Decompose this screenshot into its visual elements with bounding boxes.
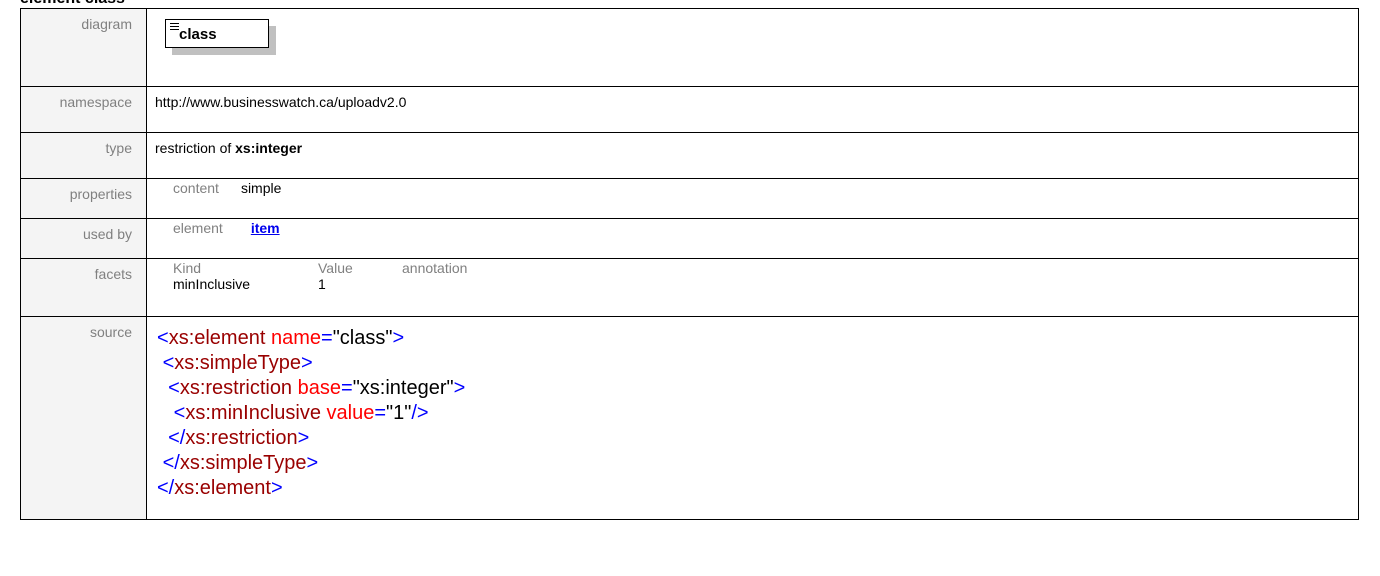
label-diagram: diagram (20, 8, 147, 87)
label-facets: facets (20, 258, 147, 317)
row-used-by: used by element item (20, 218, 1359, 259)
label-properties: properties (20, 178, 147, 219)
used-by-table: element item (173, 220, 280, 236)
source-line: </xs:restriction> (168, 427, 310, 449)
row-facets: facets Kind Value annotation minInclusiv… (20, 258, 1359, 317)
label-type: type (20, 132, 147, 179)
element-diagram-box: class (165, 19, 276, 55)
type-value: restriction of xs:integer (146, 132, 1359, 179)
diagram-element-node[interactable]: class (165, 19, 269, 48)
row-type: type restriction of xs:integer (20, 132, 1359, 179)
row-source: source <xs:element name="class"> <xs:sim… (20, 316, 1359, 520)
diagram-element-name: class (179, 26, 217, 43)
properties-val: simple (240, 180, 282, 196)
source-line: <xs:restriction base="xs:integer"> (168, 377, 466, 399)
source-line: <xs:element name="class"> (157, 327, 405, 349)
facets-header-value: Value (318, 260, 353, 276)
facets-header-annotation: annotation (402, 260, 468, 276)
row-namespace: namespace http://www.businesswatch.ca/up… (20, 86, 1359, 133)
facet-annotation (402, 276, 467, 292)
diagram-cell: class (146, 8, 1359, 87)
element-doc-table: diagram class namespace http://www.busin… (20, 8, 1359, 520)
source-line: </xs:element> (157, 477, 283, 499)
facets-table: Kind Value annotation minInclusive 1 (173, 260, 467, 292)
properties-table: content simple (173, 180, 281, 196)
list-lines-icon (170, 23, 179, 32)
source-line: <xs:simpleType> (162, 352, 313, 374)
facets-row: minInclusive 1 (173, 276, 467, 292)
source-line: </xs:simpleType> (162, 452, 319, 474)
used-by-kind: element (173, 220, 223, 236)
properties-key: content (173, 180, 219, 196)
row-properties: properties content simple (20, 178, 1359, 219)
used-by-item-link[interactable]: item (251, 220, 280, 236)
row-diagram: diagram class (20, 8, 1359, 87)
label-source: source (20, 316, 147, 520)
properties-value: content simple (146, 178, 1359, 219)
namespace-value: http://www.businesswatch.ca/uploadv2.0 (146, 86, 1359, 133)
facets-header-kind: Kind (173, 260, 202, 276)
facet-value: 1 (318, 276, 326, 292)
source-line: <xs:minInclusive value="1"/> (173, 402, 429, 424)
used-by-value: element item (146, 218, 1359, 259)
label-used-by: used by (20, 218, 147, 259)
facet-kind: minInclusive (173, 276, 251, 292)
facets-value: Kind Value annotation minInclusive 1 (146, 258, 1359, 317)
type-base: xs:integer (235, 140, 303, 156)
label-namespace: namespace (20, 86, 147, 133)
type-prefix: restriction of (155, 140, 232, 156)
source-code: <xs:element name="class"> <xs:simpleType… (146, 316, 1359, 520)
facets-header-row: Kind Value annotation (173, 260, 467, 276)
